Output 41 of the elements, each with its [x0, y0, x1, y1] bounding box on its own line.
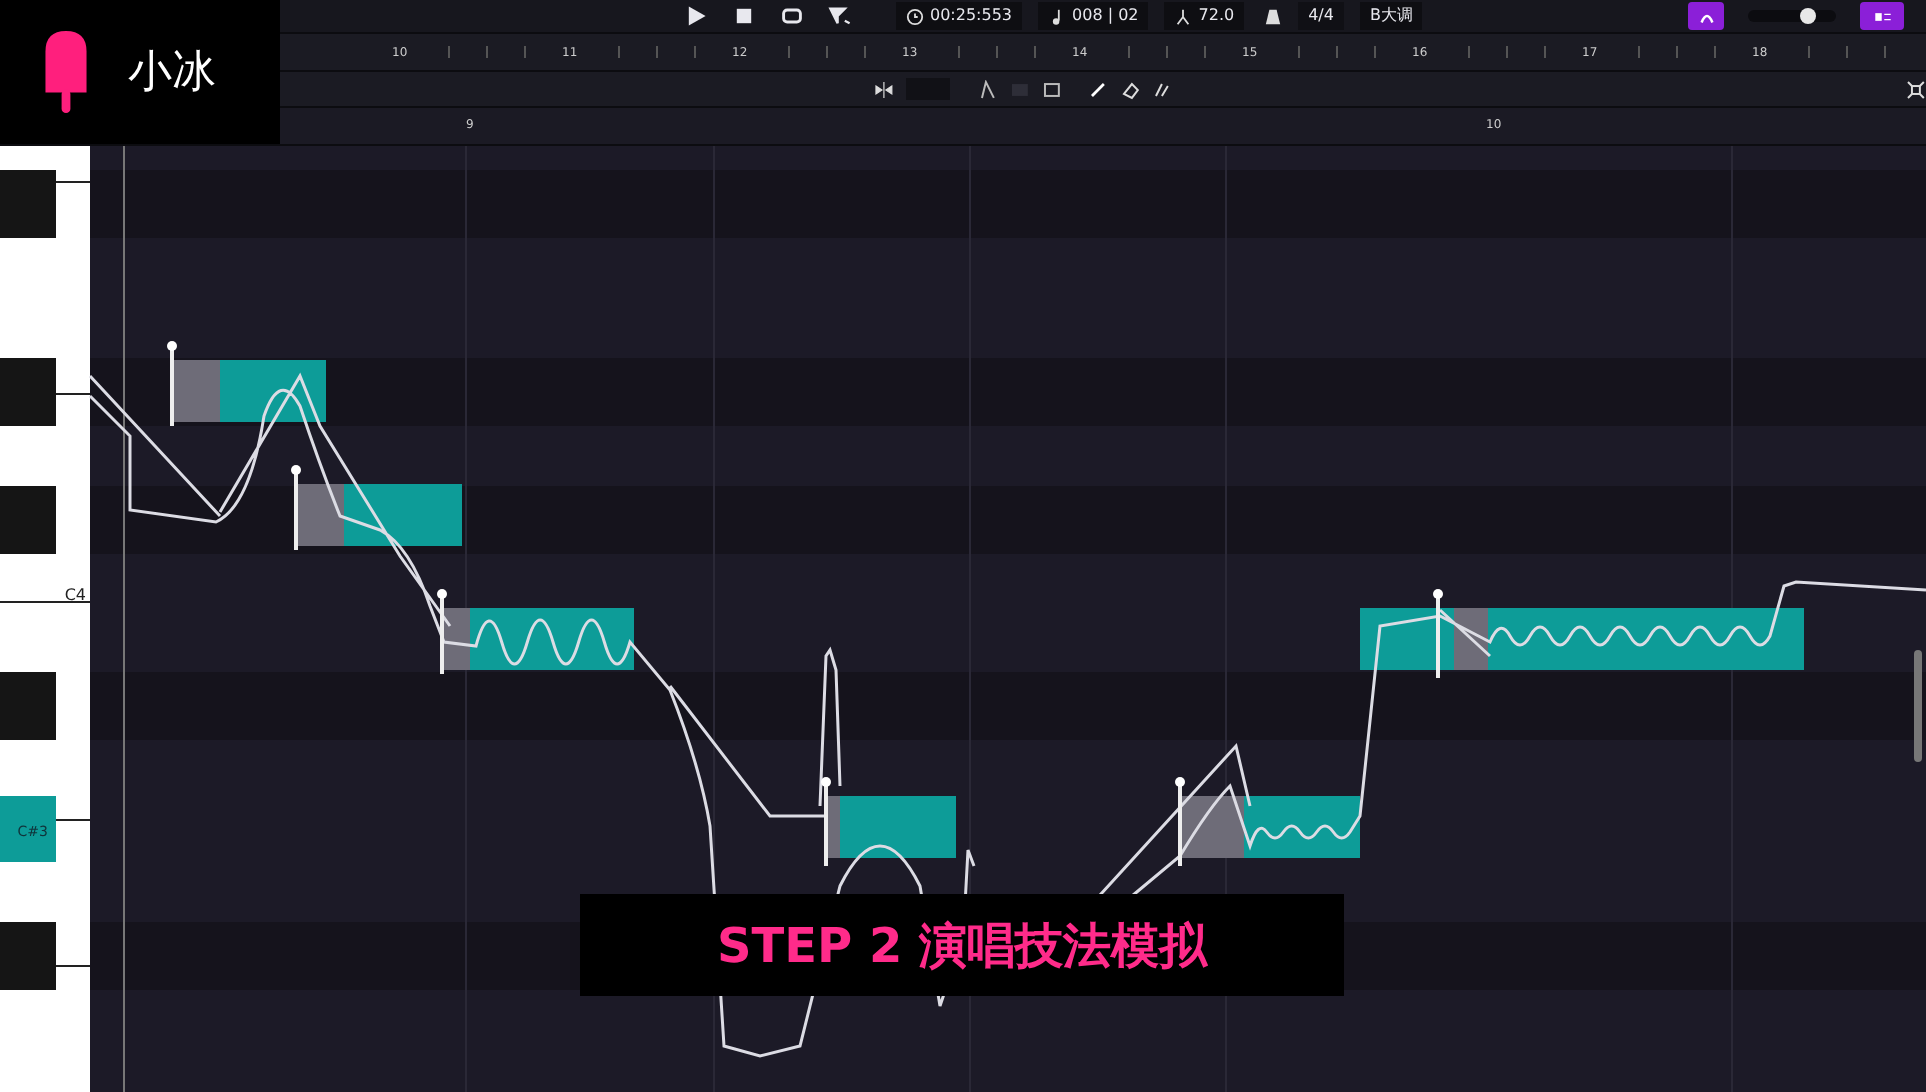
key-label: C4 [64, 586, 86, 604]
slider-thumb[interactable] [1799, 8, 1816, 24]
note-block[interactable] [296, 484, 462, 546]
frame-icon[interactable] [1041, 79, 1061, 99]
caption-text: STEP 2 演唱技法模拟 [580, 894, 1344, 996]
funnel-icon[interactable] [828, 4, 852, 28]
scrollbar[interactable] [1914, 650, 1922, 762]
metronome-icon[interactable] [1264, 7, 1283, 25]
key-display[interactable]: B大调 [1359, 2, 1423, 30]
pencil-icon[interactable] [1088, 79, 1109, 99]
piano-key[interactable] [0, 796, 56, 862]
tempo-value: 72.0 [1198, 6, 1235, 26]
loop-icon[interactable] [780, 4, 804, 28]
stop-icon[interactable] [732, 4, 756, 28]
note-handle[interactable] [821, 777, 831, 866]
note-block[interactable] [172, 360, 326, 422]
fit-icon[interactable] [1906, 79, 1926, 99]
note-handle[interactable] [1175, 777, 1185, 866]
note-handle[interactable] [167, 341, 177, 426]
time-value: 00:25:553 [930, 6, 1013, 26]
note-block[interactable] [442, 608, 634, 670]
panel-button[interactable] [1860, 2, 1904, 30]
logo-text: 小冰 [128, 46, 216, 102]
note-handle[interactable] [291, 465, 301, 550]
meter-display[interactable]: 4/4 [1298, 2, 1344, 30]
note-handle[interactable] [437, 589, 447, 674]
note-block[interactable] [1360, 608, 1804, 670]
note-block[interactable] [1180, 796, 1360, 858]
note-block[interactable] [826, 796, 956, 858]
pitch-curve-icon[interactable] [977, 79, 998, 99]
note-handle[interactable] [1433, 589, 1443, 678]
scissors-icon[interactable] [1152, 79, 1173, 99]
volume-slider[interactable] [1748, 10, 1836, 22]
clock-icon [906, 7, 924, 25]
curve-button[interactable] [1688, 2, 1724, 30]
tempo-icon [1174, 7, 1193, 25]
eraser-icon[interactable] [1120, 79, 1141, 99]
panel-icon [1873, 7, 1891, 25]
position-value: 008 | 02 [1072, 6, 1139, 26]
mirror-icon[interactable] [874, 79, 894, 99]
play-icon[interactable] [684, 4, 708, 28]
